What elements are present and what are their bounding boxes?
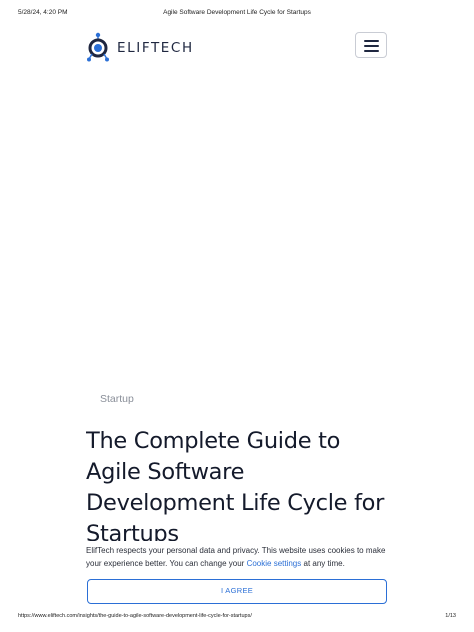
print-page-title: Agile Software Development Life Cycle fo… [163, 9, 311, 16]
cookie-settings-link[interactable]: Cookie settings [247, 559, 302, 568]
menu-button[interactable] [355, 32, 387, 58]
print-page-number: 1/13 [445, 613, 456, 619]
article-title: The Complete Guide to Agile Software Dev… [86, 428, 385, 541]
eliftech-logo-icon [87, 32, 109, 62]
cookie-text-end: at any time. [301, 558, 345, 568]
logo-text: ELIFTECH [117, 40, 194, 56]
print-header: 5/28/24, 4:20 PM Agile Software Developm… [0, 9, 474, 21]
print-url: https://www.eliftech.com/insights/the-gu… [18, 613, 252, 619]
cookie-banner: ElifTech respects your personal data and… [0, 541, 474, 611]
print-footer: https://www.eliftech.com/insights/the-gu… [0, 613, 474, 623]
article-category-tag[interactable]: Startup [100, 393, 134, 405]
cookie-text: ElifTech respects your personal data and… [86, 545, 388, 570]
site-logo[interactable]: ELIFTECH [86, 31, 192, 63]
agree-button[interactable]: I AGREE [87, 579, 387, 604]
